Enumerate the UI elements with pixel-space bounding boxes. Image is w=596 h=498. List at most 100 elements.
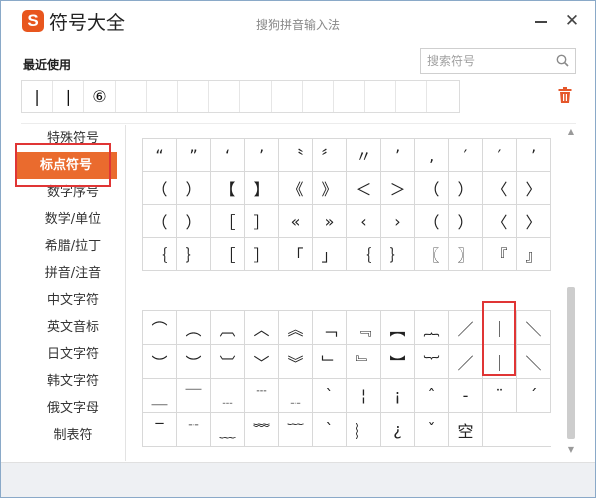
recent-symbol-cell[interactable] (116, 81, 147, 112)
symbol-cell[interactable]: - (449, 379, 483, 412)
symbol-cell[interactable]: 「 (279, 238, 313, 270)
symbol-cell[interactable]: ﹋ (279, 413, 313, 446)
symbol-cell[interactable]: “ (143, 139, 177, 171)
symbol-cell[interactable]: ” (177, 139, 211, 171)
symbol-cell[interactable]: ） (449, 172, 483, 204)
symbol-cell[interactable]: ［ (211, 238, 245, 270)
symbol-cell[interactable]: 〉 (517, 205, 551, 237)
symbol-cell[interactable]: ｜ (483, 345, 517, 378)
category-item[interactable]: 日文字符 (21, 341, 125, 368)
symbol-cell[interactable]: ︽ (279, 311, 313, 344)
symbol-cell[interactable]: 《 (279, 172, 313, 204)
symbol-cell[interactable]: ﹏ (211, 413, 245, 446)
symbol-cell[interactable]: ‚ (415, 139, 449, 171)
search-input[interactable] (421, 49, 549, 73)
symbol-cell[interactable]: ˇ (415, 413, 449, 446)
symbol-cell[interactable]: ﹃ (347, 311, 381, 344)
symbol-cell[interactable]: ‹ (347, 205, 381, 237)
symbol-cell[interactable]: ¨ (483, 379, 517, 412)
symbol-cell[interactable]: ］ (245, 238, 279, 270)
symbol-cell[interactable]: ︹ (211, 311, 245, 344)
symbol-cell[interactable]: ﹉ (245, 379, 279, 412)
symbol-cell[interactable]: ¿ (381, 413, 415, 446)
symbol-cell[interactable]: ’ (517, 139, 551, 171)
symbol-cell[interactable]: 〈 (483, 172, 517, 204)
symbol-cell[interactable]: 〉 (517, 172, 551, 204)
symbol-cell[interactable]: ／ (449, 311, 483, 344)
scrollbar[interactable]: ▲ ▼ (565, 125, 577, 455)
symbol-cell[interactable]: ｛ (143, 238, 177, 270)
symbol-cell[interactable]: ﹂ (313, 345, 347, 378)
close-button[interactable]: ✕ (562, 11, 582, 31)
recent-symbol-cell[interactable] (240, 81, 272, 112)
symbol-cell[interactable]: ］ (245, 205, 279, 237)
symbol-cell[interactable]: ︶ (143, 345, 177, 378)
search-icon[interactable] (556, 54, 569, 67)
symbol-cell[interactable]: ⌒ (143, 311, 177, 344)
scroll-up-arrow-icon[interactable]: ▲ (565, 127, 577, 137)
category-item[interactable]: 俄文字母 (21, 395, 125, 422)
recent-symbol-cell[interactable] (272, 81, 303, 112)
symbol-cell[interactable]: （ (143, 205, 177, 237)
symbol-cell[interactable]: ＜ (347, 172, 381, 204)
symbol-cell[interactable]: › (381, 205, 415, 237)
category-item[interactable]: 数字序号 (21, 179, 125, 206)
symbol-cell[interactable]: ︶ (177, 345, 211, 378)
scrollbar-thumb[interactable] (567, 287, 575, 439)
symbol-cell[interactable]: ） (449, 205, 483, 237)
symbol-cell[interactable]: ︾ (279, 345, 313, 378)
symbol-cell[interactable]: ˋ (313, 379, 347, 412)
symbol-cell[interactable]: ︼ (381, 345, 415, 378)
symbol-cell[interactable]: ’ (245, 139, 279, 171)
symbol-cell[interactable]: ︵ (177, 311, 211, 344)
category-item[interactable]: 韩文字符 (21, 368, 125, 395)
category-item[interactable]: 拼音/注音 (21, 260, 125, 287)
recent-symbol-cell[interactable] (427, 81, 458, 112)
category-item[interactable]: 英文音标 (21, 314, 125, 341)
scroll-down-arrow-icon[interactable]: ▼ (565, 445, 577, 455)
symbol-cell[interactable]: ¡ (381, 379, 415, 412)
symbol-cell[interactable]: 〝 (279, 139, 313, 171)
symbol-cell[interactable]: 〃 (347, 139, 381, 171)
symbol-cell[interactable]: ｛ (347, 238, 381, 270)
recent-symbol-cell[interactable] (303, 81, 334, 112)
trash-icon[interactable] (558, 87, 572, 103)
symbol-cell[interactable]: ′ (483, 139, 517, 171)
category-item[interactable]: 中文字符 (21, 287, 125, 314)
recent-symbol-cell[interactable]: ⑥ (84, 81, 116, 112)
symbol-cell[interactable]: ︷ (415, 311, 449, 344)
category-item[interactable]: 标点符号 (15, 152, 117, 179)
symbol-cell[interactable]: 『 (483, 238, 517, 270)
symbol-cell[interactable]: ︿ (245, 311, 279, 344)
symbol-cell[interactable]: 〞 (313, 139, 347, 171)
symbol-cell[interactable]: （ (415, 205, 449, 237)
symbol-cell[interactable]: ﹊ (177, 413, 211, 446)
minimize-button[interactable] (531, 11, 551, 31)
symbol-cell[interactable]: ［ (211, 205, 245, 237)
symbol-cell[interactable]: ˋ (313, 413, 347, 446)
category-item[interactable]: 希腊/拉丁 (21, 233, 125, 260)
symbol-cell[interactable]: ︴ (347, 413, 381, 446)
symbol-cell[interactable]: ﹎ (279, 379, 313, 412)
recent-symbol-cell[interactable] (147, 81, 178, 112)
symbol-cell[interactable]: 【 (211, 172, 245, 204)
recent-symbol-cell[interactable] (365, 81, 397, 112)
symbol-cell[interactable]: 〖 (415, 238, 449, 270)
symbol-cell[interactable]: ﹀ (245, 345, 279, 378)
symbol-cell[interactable]: 〈 (483, 205, 517, 237)
symbol-cell[interactable]: ＿ (143, 379, 177, 412)
symbol-cell[interactable]: ＞ (381, 172, 415, 204)
symbol-cell[interactable]: ﹌ (245, 413, 279, 446)
symbol-cell[interactable]: 】 (245, 172, 279, 204)
symbol-cell[interactable]: 》 (313, 172, 347, 204)
symbol-cell[interactable]: ﹍ (211, 379, 245, 412)
symbol-cell[interactable]: ′ (449, 139, 483, 171)
symbol-cell[interactable]: ） (177, 205, 211, 237)
symbol-cell[interactable]: ﹁ (313, 311, 347, 344)
search-box[interactable] (420, 48, 576, 74)
symbol-cell[interactable]: 』 (517, 238, 551, 270)
symbol-cell[interactable]: ¦ (347, 379, 381, 412)
symbol-cell[interactable]: ˊ (517, 379, 551, 412)
category-item[interactable]: 特殊符号 (21, 125, 125, 152)
symbol-cell[interactable]: ︸ (415, 345, 449, 378)
